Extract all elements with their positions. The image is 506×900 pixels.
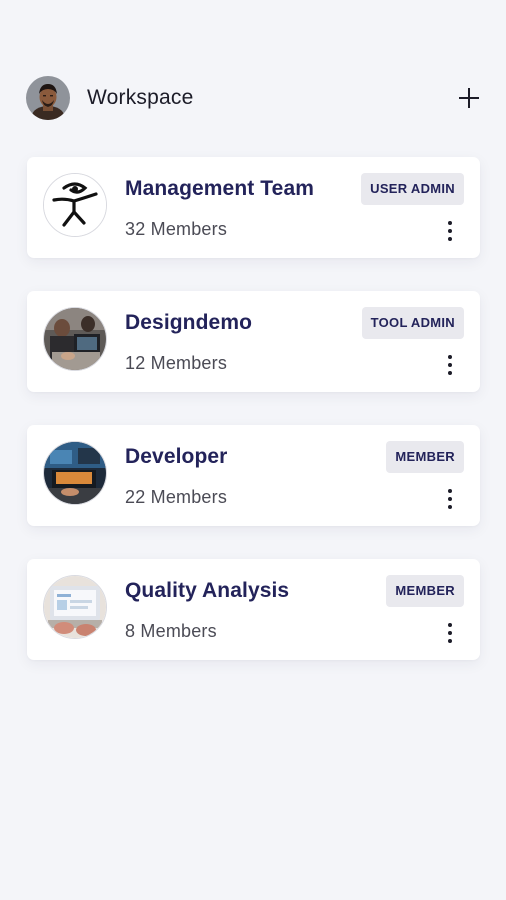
team-list: Management Team 32 Members USER ADMIN De… <box>27 157 480 693</box>
workspace-header: Workspace <box>26 76 482 120</box>
team-card-quality-analysis[interactable]: Quality Analysis 8 Members MEMBER <box>27 559 480 660</box>
team-name: Management Team <box>125 177 314 200</box>
more-options-icon[interactable] <box>440 219 460 243</box>
member-count: 8 Members <box>125 621 217 641</box>
user-avatar[interactable] <box>26 76 70 120</box>
team-photo <box>43 441 107 505</box>
team-name: Developer <box>125 445 228 468</box>
team-card-designdemo[interactable]: Designdemo 12 Members TOOL ADMIN <box>27 291 480 392</box>
logo-figure-icon <box>43 173 107 237</box>
team-name: Designdemo <box>125 311 253 334</box>
team-name: Quality Analysis <box>125 579 290 602</box>
member-count: 32 Members <box>125 219 228 239</box>
role-badge: MEMBER <box>386 575 464 607</box>
role-badge: MEMBER <box>386 441 464 473</box>
team-card-developer[interactable]: Developer 22 Members MEMBER <box>27 425 480 526</box>
more-options-icon[interactable] <box>440 487 460 511</box>
add-workspace-button[interactable] <box>456 85 482 111</box>
role-badge: USER ADMIN <box>361 173 464 205</box>
team-card-management-team[interactable]: Management Team 32 Members USER ADMIN <box>27 157 480 258</box>
team-photo <box>43 575 107 639</box>
plus-icon <box>459 88 479 108</box>
member-count: 12 Members <box>125 353 228 373</box>
member-count: 22 Members <box>125 487 228 507</box>
role-badge: TOOL ADMIN <box>361 307 464 339</box>
page-title: Workspace <box>87 86 194 109</box>
more-options-icon[interactable] <box>440 621 460 645</box>
more-options-icon[interactable] <box>440 353 460 377</box>
team-photo <box>43 307 107 371</box>
